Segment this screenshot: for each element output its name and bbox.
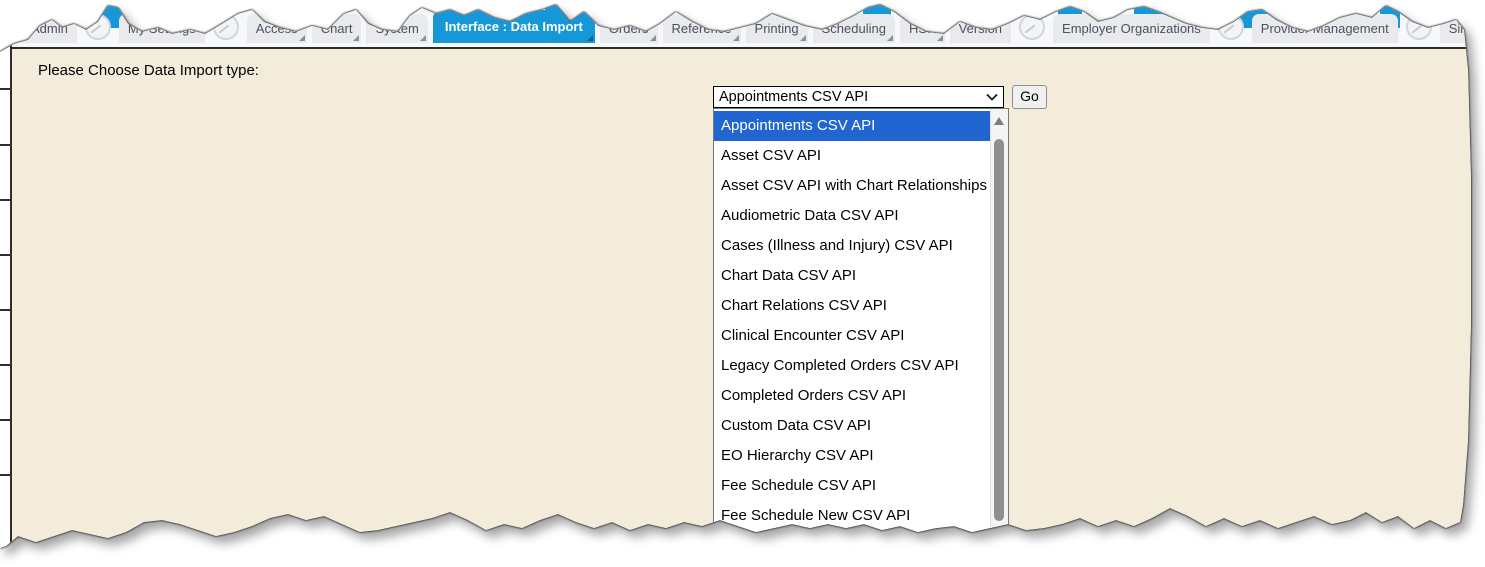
dropdown-option[interactable]: Asset CSV API with Chart Relationships <box>714 171 990 201</box>
chevron-down-icon <box>986 93 998 101</box>
tab-bar: Admin My Settings Access Chart System In… <box>0 0 1485 47</box>
tab-employer-organizations[interactable]: Employer Organizations <box>1053 14 1210 43</box>
tab-reference[interactable]: Reference <box>663 14 741 43</box>
left-page-edge <box>0 38 12 567</box>
tab-interface-data-import[interactable]: Interface : Data Import <box>433 10 595 43</box>
tab-label: Printing <box>755 21 799 36</box>
ruler-tick <box>0 88 10 90</box>
scrollbar-thumb[interactable] <box>994 139 1004 521</box>
tab-menu-arrow-icon <box>887 35 893 41</box>
tab-menu-arrow-icon <box>650 35 656 41</box>
tab-label: Admin <box>31 21 68 36</box>
tab-provider-management[interactable]: Provider Management <box>1252 14 1398 43</box>
dropdown-option[interactable]: Fee Schedule CSV API <box>714 471 990 501</box>
dropdown-option[interactable]: Fee Schedule New CSV API <box>714 501 990 531</box>
tab-access[interactable]: Access <box>247 14 307 43</box>
tab-menu-arrow-icon <box>299 35 305 41</box>
scroll-up-icon[interactable] <box>994 117 1004 125</box>
right-page-curl <box>1475 34 1485 545</box>
tab-chart[interactable]: Chart <box>312 14 362 43</box>
tab-label: My Settings <box>128 21 196 36</box>
screenshot-canvas: Admin My Settings Access Chart System In… <box>0 0 1485 567</box>
clock-icon[interactable] <box>1218 14 1244 40</box>
tab-similar-exposure[interactable]: Similar Exposure <box>1440 14 1485 43</box>
tab-label: Chart <box>321 21 353 36</box>
data-import-type-select[interactable]: Appointments CSV API <box>713 86 1004 108</box>
option-list: Appointments CSV API Asset CSV API Asset… <box>714 109 990 543</box>
select-value: Appointments CSV API <box>719 89 986 105</box>
dropdown-option[interactable]: Clinical Encounter CSV API <box>714 321 990 351</box>
dropdown-option[interactable]: Chart Data CSV API <box>714 261 990 291</box>
tab-menu-arrow-icon <box>937 35 943 41</box>
ruler-tick <box>0 419 10 421</box>
tab-label: Provider Management <box>1261 21 1389 36</box>
prompt-label: Please Choose Data Import type: <box>38 62 259 79</box>
dropdown-option[interactable]: Cases (Illness and Injury) CSV API <box>714 231 990 261</box>
tab-label: Orders <box>609 21 649 36</box>
ruler-tick <box>0 144 10 146</box>
dropdown-option[interactable]: Chart Relations CSV API <box>714 291 990 321</box>
tab-label: Access <box>256 21 298 36</box>
ruler-tick <box>0 364 10 366</box>
tab-orders[interactable]: Orders <box>600 14 658 43</box>
tab-label: Interface : Data Import <box>445 19 583 34</box>
tab-system[interactable]: System <box>366 14 427 43</box>
ruler-tick <box>0 254 10 256</box>
clock-icon[interactable] <box>213 14 239 40</box>
dropdown-option[interactable]: Appointments CSV API <box>714 111 990 141</box>
torn-paper-shadow: Admin My Settings Access Chart System In… <box>0 0 1485 567</box>
tab-menu-arrow-icon <box>420 35 426 41</box>
tab-label: System <box>375 21 418 36</box>
tab-menu-arrow-icon <box>800 35 806 41</box>
tab-strip: Admin My Settings Access Chart System In… <box>22 7 1485 43</box>
listbox-scrollbar[interactable] <box>990 109 1008 543</box>
tab-admin[interactable]: Admin <box>22 14 77 43</box>
dropdown-option[interactable]: Custom Data CSV API <box>714 411 990 441</box>
tab-label: Employer Organizations <box>1062 21 1201 36</box>
tab-label: HSP <box>909 21 936 36</box>
tab-label: Reference <box>672 21 732 36</box>
dropdown-option[interactable]: EO Hierarchy CSV API <box>714 441 990 471</box>
tab-hsp[interactable]: HSP <box>900 14 945 43</box>
tab-version[interactable]: Version <box>950 14 1011 43</box>
tab-printing[interactable]: Printing <box>746 14 808 43</box>
go-button[interactable]: Go <box>1012 85 1047 109</box>
ruler-tick <box>0 309 10 311</box>
ruler-tick <box>0 474 10 476</box>
tab-menu-arrow-icon <box>587 35 593 41</box>
ruler-tick <box>0 199 10 201</box>
dropdown-option[interactable]: Completed Orders CSV API <box>714 381 990 411</box>
tab-label: Similar Exposure <box>1449 21 1485 36</box>
dropdown-option[interactable]: Asset CSV API <box>714 141 990 171</box>
clock-icon[interactable] <box>1019 14 1045 40</box>
dropdown-option[interactable]: Legacy Completed Orders CSV API <box>714 351 990 381</box>
clock-icon[interactable] <box>1406 14 1432 40</box>
dropdown-option[interactable]: Audiometric Data CSV API <box>714 201 990 231</box>
tab-scheduling[interactable]: Scheduling <box>813 14 895 43</box>
clock-icon[interactable] <box>85 14 111 40</box>
tab-menu-arrow-icon <box>353 35 359 41</box>
tab-label: Version <box>959 21 1002 36</box>
tab-label: Scheduling <box>822 21 886 36</box>
tab-my-settings[interactable]: My Settings <box>119 14 205 43</box>
tab-menu-arrow-icon <box>733 35 739 41</box>
torn-page: Admin My Settings Access Chart System In… <box>0 0 1485 567</box>
data-import-type-listbox: Appointments CSV API Asset CSV API Asset… <box>713 108 1009 544</box>
